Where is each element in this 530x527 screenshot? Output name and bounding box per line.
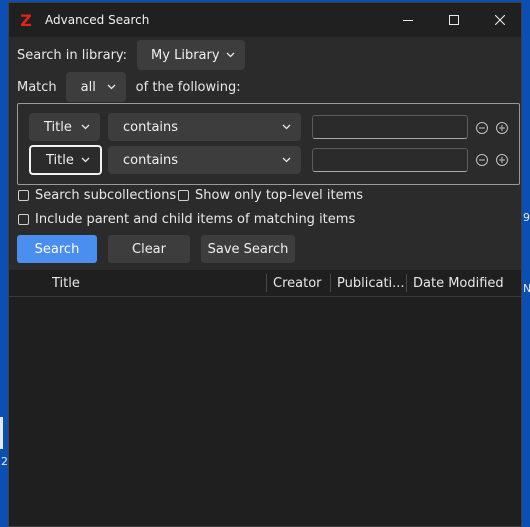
chevron-down-icon — [107, 84, 116, 90]
conditions-group: Title contains Title contains — [17, 103, 520, 185]
results-header: Title Creator Publicati... Date Modified — [9, 270, 521, 297]
match-row: Match all of the following: — [17, 72, 241, 102]
title-bar[interactable]: Z Advanced Search — [9, 3, 521, 37]
match-label: Match — [17, 79, 57, 95]
parent-child-label: Include parent and child items of matchi… — [35, 212, 356, 227]
parent-child-checkbox[interactable] — [18, 214, 29, 225]
clear-button[interactable]: Clear — [108, 235, 190, 263]
condition-value-input[interactable] — [312, 148, 468, 172]
column-header-title[interactable]: Title — [52, 270, 262, 296]
column-header-date-modified[interactable]: Date Modified — [413, 270, 517, 296]
condition-operator-dropdown[interactable]: contains — [108, 146, 301, 174]
column-divider[interactable] — [406, 274, 407, 292]
chevron-down-icon — [282, 157, 291, 163]
search-subcollections-checkbox[interactable] — [18, 190, 29, 201]
desktop-icon-fragment — [0, 417, 3, 449]
desktop-text-fragment: N — [523, 282, 530, 295]
minus-icon — [479, 159, 485, 161]
match-dropdown-value: all — [80, 79, 96, 95]
condition-field-dropdown[interactable]: Title — [29, 113, 100, 141]
desktop-text-fragment: 2 — [1, 455, 8, 468]
close-icon — [495, 15, 505, 25]
close-button[interactable] — [477, 3, 521, 37]
condition-operator-value: contains — [123, 152, 179, 168]
condition-field-value: Title — [44, 119, 72, 135]
plus-icon — [499, 157, 505, 163]
condition-value-input[interactable] — [312, 115, 468, 139]
top-level-label: Show only top-level items — [195, 188, 364, 203]
condition-field-dropdown[interactable]: Title — [29, 145, 102, 175]
remove-condition-button[interactable] — [476, 154, 488, 166]
library-dropdown[interactable]: My Library — [137, 40, 246, 70]
top-level-checkbox[interactable] — [178, 190, 189, 201]
plus-icon — [499, 125, 505, 131]
search-in-row: Search in library: My Library — [17, 40, 246, 70]
results-pane[interactable]: Title Creator Publicati... Date Modified — [9, 270, 521, 526]
add-condition-button[interactable] — [496, 154, 508, 166]
maximize-button[interactable] — [431, 3, 477, 37]
match-suffix: of the following: — [135, 79, 241, 95]
library-dropdown-value: My Library — [151, 47, 220, 63]
search-subcollections-option[interactable]: Search subcollections — [18, 188, 176, 203]
column-header-publication[interactable]: Publicati... — [337, 270, 405, 296]
save-search-button[interactable]: Save Search — [201, 235, 295, 263]
search-in-label: Search in library: — [17, 47, 128, 63]
match-dropdown[interactable]: all — [65, 72, 126, 102]
add-condition-button[interactable] — [496, 122, 508, 134]
column-divider[interactable] — [330, 274, 331, 292]
remove-condition-button[interactable] — [476, 122, 488, 134]
advanced-search-window: Z Advanced Search Search in library: My … — [8, 2, 522, 527]
desktop-text-fragment: 9 — [523, 211, 530, 224]
chevron-down-icon — [81, 157, 90, 163]
top-level-option[interactable]: Show only top-level items — [178, 188, 363, 203]
minus-icon — [479, 127, 485, 129]
search-button[interactable]: Search — [17, 235, 97, 263]
maximize-icon — [449, 15, 459, 25]
column-divider[interactable] — [266, 274, 267, 292]
condition-operator-dropdown[interactable]: contains — [108, 113, 301, 141]
search-subcollections-label: Search subcollections — [35, 188, 177, 203]
chevron-down-icon — [226, 52, 235, 58]
window-title: Advanced Search — [45, 13, 150, 27]
condition-field-value: Title — [46, 152, 74, 168]
chevron-down-icon — [282, 124, 291, 130]
minimize-icon — [403, 20, 413, 21]
condition-operator-value: contains — [123, 119, 179, 135]
chevron-down-icon — [81, 124, 90, 130]
minimize-button[interactable] — [385, 3, 431, 37]
column-header-creator[interactable]: Creator — [273, 270, 335, 296]
parent-child-option[interactable]: Include parent and child items of matchi… — [18, 212, 355, 227]
zotero-logo-icon: Z — [20, 10, 32, 30]
